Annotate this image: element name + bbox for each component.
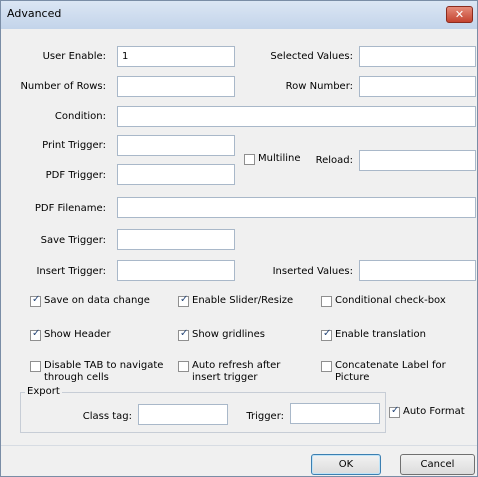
reload-input[interactable] [359,150,476,171]
save-trigger-input[interactable] [117,229,235,250]
close-icon: ✕ [454,8,465,21]
disable-tab-box[interactable] [30,361,41,372]
selected-values-input[interactable] [359,46,476,67]
enable-translation-box[interactable] [321,328,332,341]
selected-values-label: Selected Values: [270,51,353,62]
auto-refresh-label: Auto refresh after insert trigger [192,360,281,383]
trigger-input[interactable] [290,403,380,424]
trigger-label: Trigger: [246,411,284,422]
multiline-checkbox[interactable]: Multiline [244,153,301,165]
save-on-data-change-label: Save on data change [44,295,150,306]
show-header-checkbox[interactable]: Show Header [30,328,111,341]
export-group-title: Export [25,386,62,397]
show-header-box[interactable] [30,328,41,341]
insert-trigger-label: Insert Trigger: [36,266,106,277]
multiline-check-box[interactable] [244,154,255,165]
show-gridlines-checkbox[interactable]: Show gridlines [178,328,266,341]
number-of-rows-label: Number of Rows: [20,81,106,92]
disable-tab-checkbox[interactable]: Disable TAB to navigate through cells [30,360,163,384]
pdf-trigger-input[interactable] [117,164,235,185]
reload-label: Reload: [315,155,353,166]
multiline-label: Multiline [258,153,301,164]
save-on-data-change-checkbox[interactable]: Save on data change [30,294,150,307]
button-divider [1,445,477,446]
auto-format-label: Auto Format [403,406,465,417]
enable-slider-resize-box[interactable] [178,294,189,307]
conditional-check-box-label: Conditional check-box [335,295,446,306]
show-gridlines-label: Show gridlines [192,329,266,340]
concatenate-label-label: Concatenate Label for Picture [335,360,446,383]
inserted-values-label: Inserted Values: [272,266,353,277]
enable-translation-label: Enable translation [335,329,427,340]
save-on-data-change-box[interactable] [30,294,41,307]
close-button[interactable]: ✕ [446,6,473,23]
condition-label: Condition: [54,111,106,122]
conditional-check-box-box[interactable] [321,296,332,307]
enable-slider-resize-checkbox[interactable]: Enable Slider/Resize [178,294,294,307]
ok-button[interactable]: OK [311,454,381,475]
number-of-rows-input[interactable] [117,76,235,97]
title-bar[interactable]: Advanced ✕ [1,1,477,29]
disable-tab-label: Disable TAB to navigate through cells [44,360,164,383]
show-header-label: Show Header [44,329,111,340]
condition-input[interactable] [117,106,476,127]
save-trigger-label: Save Trigger: [40,235,106,246]
dialog-title: Advanced [7,7,62,20]
conditional-check-box-checkbox[interactable]: Conditional check-box [321,295,446,307]
insert-trigger-input[interactable] [117,260,235,281]
advanced-dialog: Advanced ✕ User Enable: 1 Selected Value… [0,0,478,477]
user-enable-label: User Enable: [42,51,106,62]
enable-slider-resize-label: Enable Slider/Resize [192,295,294,306]
pdf-trigger-label: PDF Trigger: [45,170,106,181]
print-trigger-label: Print Trigger: [42,140,106,151]
row-number-input[interactable] [359,76,476,97]
print-trigger-input[interactable] [117,135,235,156]
auto-refresh-checkbox[interactable]: Auto refresh after insert trigger [178,360,280,384]
pdf-filename-input[interactable] [117,197,476,218]
pdf-filename-label: PDF Filename: [34,203,106,214]
user-enable-input[interactable]: 1 [117,46,235,67]
class-tag-input[interactable] [138,404,228,425]
show-gridlines-box[interactable] [178,328,189,341]
auto-refresh-box[interactable] [178,361,189,372]
auto-format-box[interactable] [389,405,400,418]
concatenate-label-checkbox[interactable]: Concatenate Label for Picture [321,360,446,384]
auto-format-checkbox[interactable]: Auto Format [389,405,465,418]
cancel-button[interactable]: Cancel [400,454,475,475]
enable-translation-checkbox[interactable]: Enable translation [321,328,427,341]
class-tag-label: Class tag: [82,411,132,422]
inserted-values-input[interactable] [359,260,476,281]
concatenate-label-box[interactable] [321,361,332,372]
row-number-label: Row Number: [285,81,353,92]
